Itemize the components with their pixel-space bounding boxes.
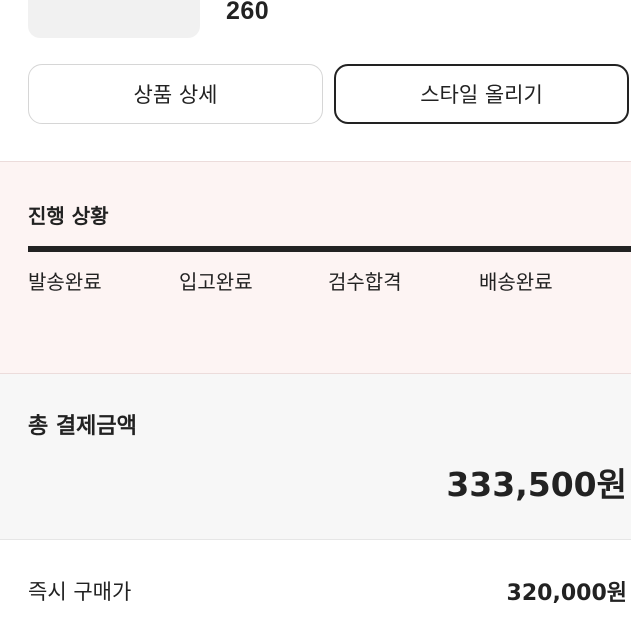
upload-style-button[interactable]: 스타일 올리기 xyxy=(334,64,629,124)
step-delivered: 배송완료 xyxy=(479,270,553,294)
step-shipped: 발송완료 xyxy=(28,270,102,294)
total-payment-label: 총 결제금액 xyxy=(28,414,137,439)
step-inspection-passed: 검수합격 xyxy=(328,270,402,294)
total-payment-section: 총 결제금액 333,500원 xyxy=(0,374,631,540)
progress-section: 진행 상황 발송완료 입고완료 검수합격 배송완료 xyxy=(0,161,631,374)
instant-buy-price-label: 즉시 구매가 xyxy=(28,580,132,604)
instant-buy-price-value: 320,000원 xyxy=(506,581,627,606)
product-detail-button[interactable]: 상품 상세 xyxy=(28,64,323,124)
order-detail-page: 260 상품 상세 스타일 올리기 진행 상황 발송완료 입고완료 검수합격 배… xyxy=(0,0,631,631)
total-payment-amount: 333,500원 xyxy=(446,465,627,504)
progress-bar xyxy=(28,246,631,252)
progress-title: 진행 상황 xyxy=(28,204,109,228)
progress-steps: 발송완료 입고완료 검수합격 배송완료 xyxy=(28,266,631,294)
instant-buy-price-row: 즉시 구매가 320,000원 xyxy=(0,540,631,631)
step-received: 입고완료 xyxy=(179,270,253,294)
product-size: 260 xyxy=(226,0,270,25)
product-thumbnail xyxy=(28,0,200,38)
